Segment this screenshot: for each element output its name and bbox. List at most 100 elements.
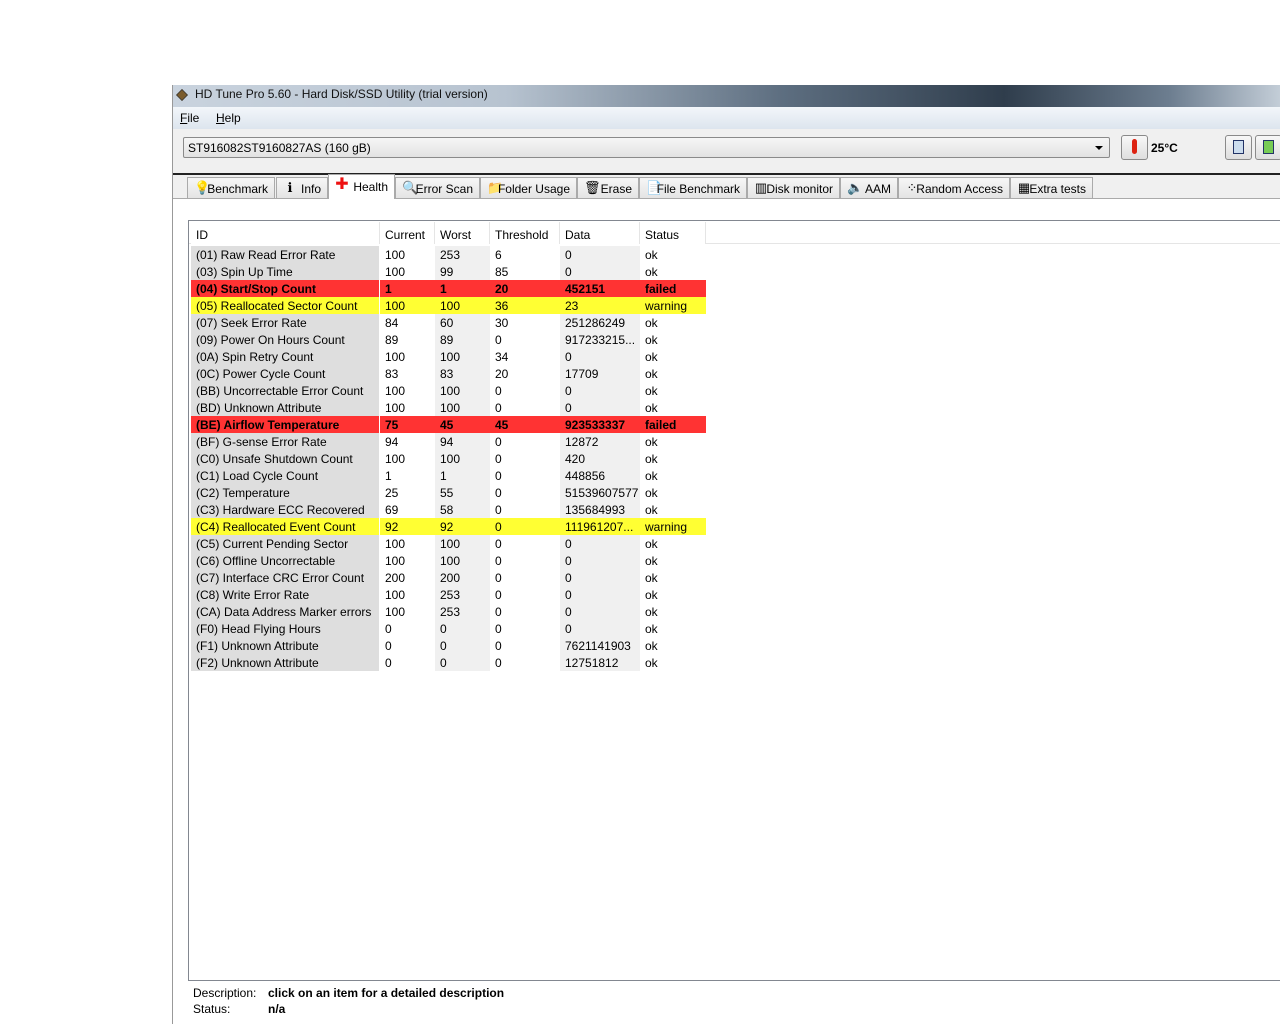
title-bar[interactable]: HD Tune Pro 5.60 - Hard Disk/SSD Utility…: [173, 85, 1280, 107]
table-row[interactable]: (07) Seek Error Rate 84 60 30 251286249 ok: [191, 314, 706, 331]
cell-status: ok: [640, 399, 706, 416]
column-header-data[interactable]: Data: [560, 222, 640, 244]
cell-threshold: 0: [490, 518, 560, 535]
cell-id: (BE) Airflow Temperature: [191, 416, 379, 433]
tab-info[interactable]: ℹ Info: [276, 177, 328, 198]
table-row[interactable]: (C5) Current Pending Sector 100 100 0 0 ok: [191, 535, 706, 552]
table-row[interactable]: (C4) Reallocated Event Count 92 92 0 1119612…: [191, 518, 706, 535]
copy-text-button[interactable]: [1225, 135, 1252, 160]
drive-select[interactable]: ST916082ST9160827AS (160 gB): [183, 137, 1110, 158]
cell-status: ok: [640, 365, 706, 382]
cell-current: 1: [380, 280, 435, 297]
table-row[interactable]: (04) Start/Stop Count 1 1 20 452151 failed: [191, 280, 706, 297]
tab-label: Random Access: [916, 182, 1003, 196]
tab-health[interactable]: ✚ Health: [328, 174, 395, 199]
status-label: Status:: [193, 1002, 231, 1016]
table-row[interactable]: (0C) Power Cycle Count 83 83 20 17709 ok: [191, 365, 706, 382]
cell-status: ok: [640, 314, 706, 331]
table-row[interactable]: (C0) Unsafe Shutdown Count 100 100 0 420 ok: [191, 450, 706, 467]
table-row[interactable]: (03) Spin Up Time 100 99 85 0 ok: [191, 263, 706, 280]
tab-label: Folder Usage: [497, 182, 570, 196]
cell-current: 92: [380, 518, 435, 535]
cell-current: 1: [380, 467, 435, 484]
tab-disk-monitor[interactable]: ▥ Disk monitor: [747, 177, 840, 198]
cell-worst: 100: [435, 399, 490, 416]
tab-aam[interactable]: 🔈 AAM: [840, 177, 898, 198]
tab-benchmark[interactable]: 💡 Benchmark: [187, 177, 275, 198]
cell-threshold: 0: [490, 467, 560, 484]
cell-data: 917233215...: [560, 331, 640, 348]
table-row[interactable]: (C7) Interface CRC Error Count 200 200 0 0 ok: [191, 569, 706, 586]
cell-worst: 100: [435, 552, 490, 569]
table-row[interactable]: (01) Raw Read Error Rate 100 253 6 0 ok: [191, 246, 706, 263]
cell-current: 100: [380, 348, 435, 365]
cell-current: 100: [380, 603, 435, 620]
cell-worst: 45: [435, 416, 490, 433]
chevron-down-icon: [1095, 146, 1103, 150]
cell-threshold: 0: [490, 331, 560, 348]
column-header-threshold[interactable]: Threshold: [490, 222, 560, 244]
table-row[interactable]: (BD) Unknown Attribute 100 100 0 0 ok: [191, 399, 706, 416]
table-row[interactable]: (05) Reallocated Sector Count 100 100 36 23 w…: [191, 297, 706, 314]
cell-id: (04) Start/Stop Count: [191, 280, 379, 297]
cell-id: (05) Reallocated Sector Count: [191, 297, 379, 314]
tab-label: Erase: [600, 182, 632, 196]
cell-data: 17709: [560, 365, 640, 382]
table-row[interactable]: (F2) Unknown Attribute 0 0 0 12751812 ok: [191, 654, 706, 671]
cell-status: failed: [640, 280, 706, 297]
tab-file-benchmark[interactable]: 📄 File Benchmark: [639, 177, 747, 198]
tab-erase[interactable]: 🗑 Erase: [577, 177, 639, 198]
cell-worst: 253: [435, 246, 490, 263]
cell-current: 100: [380, 382, 435, 399]
cell-data: 452151: [560, 280, 640, 297]
cell-id: (C1) Load Cycle Count: [191, 467, 379, 484]
cell-worst: 83: [435, 365, 490, 382]
cell-current: 0: [380, 620, 435, 637]
cell-data: 448856: [560, 467, 640, 484]
menu-file[interactable]: File: [180, 111, 199, 125]
cell-current: 200: [380, 569, 435, 586]
tab-folder-usage[interactable]: 📁 Folder Usage: [480, 177, 577, 198]
column-header-id[interactable]: ID: [191, 222, 380, 244]
table-row[interactable]: (C2) Temperature 25 55 0 51539607577 ok: [191, 484, 706, 501]
tab-extra-tests[interactable]: ▦ Extra tests: [1010, 177, 1093, 198]
column-header-current[interactable]: Current: [380, 222, 435, 244]
table-row[interactable]: (09) Power On Hours Count 89 89 0 917233215.…: [191, 331, 706, 348]
table-row[interactable]: (C3) Hardware ECC Recovered 69 58 0 13568499…: [191, 501, 706, 518]
window-title: HD Tune Pro 5.60 - Hard Disk/SSD Utility…: [195, 87, 488, 101]
column-header-status[interactable]: Status: [640, 222, 706, 244]
table-row[interactable]: (C6) Offline Uncorrectable 100 100 0 0 ok: [191, 552, 706, 569]
cell-status: warning: [640, 518, 706, 535]
cell-current: 69: [380, 501, 435, 518]
cell-data: 51539607577: [560, 484, 640, 501]
table-row[interactable]: (BF) G-sense Error Rate 94 94 0 12872 ok: [191, 433, 706, 450]
table-row[interactable]: (F0) Head Flying Hours 0 0 0 0 ok: [191, 620, 706, 637]
magnifier-icon: 🔍: [402, 180, 419, 195]
smart-attributes-list[interactable]: ID Current Worst Threshold Data Status (01) Ra…: [188, 220, 1280, 981]
cell-status: ok: [640, 569, 706, 586]
cell-data: 0: [560, 620, 640, 637]
table-row[interactable]: (CA) Data Address Marker errors 100 253 0 0 o…: [191, 603, 706, 620]
cell-worst: 253: [435, 586, 490, 603]
temperature-button[interactable]: [1121, 135, 1148, 160]
cell-worst: 1: [435, 467, 490, 484]
cell-worst: 0: [435, 620, 490, 637]
menu-help[interactable]: Help: [216, 111, 241, 125]
copy-screenshot-button[interactable]: [1255, 135, 1280, 160]
column-header-worst[interactable]: Worst: [435, 222, 490, 244]
table-row[interactable]: (F1) Unknown Attribute 0 0 0 7621141903 ok: [191, 637, 706, 654]
cell-id: (C5) Current Pending Sector: [191, 535, 379, 552]
cell-data: 0: [560, 399, 640, 416]
table-row[interactable]: (C1) Load Cycle Count 1 1 0 448856 ok: [191, 467, 706, 484]
cell-status: ok: [640, 467, 706, 484]
table-row[interactable]: (BE) Airflow Temperature 75 45 45 923533337 f…: [191, 416, 706, 433]
table-row[interactable]: (0A) Spin Retry Count 100 100 34 0 ok: [191, 348, 706, 365]
table-row[interactable]: (C8) Write Error Rate 100 253 0 0 ok: [191, 586, 706, 603]
cell-threshold: 0: [490, 654, 560, 671]
table-row[interactable]: (BB) Uncorrectable Error Count 100 100 0 0 ok: [191, 382, 706, 399]
cell-threshold: 30: [490, 314, 560, 331]
cell-status: ok: [640, 586, 706, 603]
tab-error-scan[interactable]: 🔍 Error Scan: [395, 177, 480, 198]
tab-label: Extra tests: [1029, 182, 1086, 196]
tab-random-access[interactable]: ⁘ Random Access: [898, 177, 1010, 198]
